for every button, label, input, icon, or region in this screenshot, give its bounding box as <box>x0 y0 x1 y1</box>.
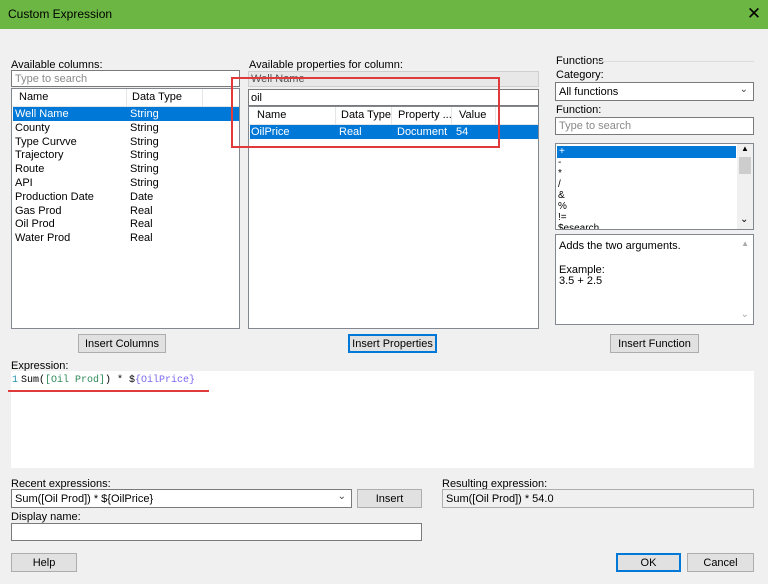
column-row[interactable]: Water Prod Real <box>13 231 239 245</box>
column-type: Real <box>130 218 153 231</box>
columns-header-name[interactable]: Name <box>19 91 48 103</box>
function-list-scrollbar[interactable]: ▲ ⌄ <box>737 144 753 229</box>
column-type: String <box>130 121 159 134</box>
column-name: Water Prod <box>15 232 71 245</box>
insert-properties-button[interactable]: Insert Properties <box>348 334 437 353</box>
expression-property: {OilPrice} <box>135 375 196 386</box>
category-value: All functions <box>559 86 619 98</box>
expression-editor[interactable]: 1 Sum([Oil Prod]) * ${OilPrice} <box>11 371 754 468</box>
insert-columns-button[interactable]: Insert Columns <box>78 334 166 353</box>
expression-operator: ) * $ <box>105 375 136 386</box>
desc-scroll-down-icon: ⌄ <box>740 309 749 320</box>
column-type: String <box>130 177 159 189</box>
function-description-box: Adds the two arguments. Example: 3.5 + 2… <box>555 234 754 325</box>
function-list[interactable]: + - * / &% != $esearch ▲ ⌄ <box>555 143 754 230</box>
ok-button[interactable]: OK <box>616 553 681 572</box>
column-name: Oil Prod <box>15 218 55 231</box>
column-name: Route <box>15 163 45 176</box>
column-name: Well Name <box>15 108 69 120</box>
column-type: String <box>130 149 159 162</box>
title-bar <box>0 0 768 29</box>
function-description: Adds the two arguments. <box>559 240 681 252</box>
columns-search-input[interactable]: Type to search <box>11 70 240 87</box>
column-type: String <box>130 108 159 120</box>
resulting-expression-field: Sum([Oil Prod]) * 54.0 <box>442 489 754 508</box>
scroll-down-icon[interactable]: ⌄ <box>740 214 748 225</box>
expression-column: [Oil Prod] <box>45 375 106 386</box>
columns-header-type[interactable]: Data Type <box>132 91 182 103</box>
column-type: Date <box>130 190 154 203</box>
scroll-up-icon[interactable]: ▲ <box>741 144 749 153</box>
recent-expressions-dropdown[interactable]: Sum([Oil Prod]) * ${OilPrice} ⌄ <box>11 489 352 508</box>
functions-group-line <box>596 61 754 62</box>
function-search-placeholder: Type to search <box>559 120 632 132</box>
column-name: Trajectory <box>15 149 64 162</box>
resulting-expression-value: Sum([Oil Prod]) * 54.0 <box>446 493 554 505</box>
column-row[interactable]: Trajectory String <box>13 148 239 162</box>
display-name-input[interactable] <box>11 523 422 541</box>
insert-recent-button[interactable]: Insert <box>357 489 422 508</box>
column-row[interactable]: Gas Prod Real <box>13 204 239 218</box>
column-type: String <box>130 163 159 176</box>
column-type: Real <box>130 204 153 217</box>
column-type: Real <box>130 232 153 245</box>
column-name: Production Date <box>15 190 94 203</box>
function-label: Function: <box>556 104 602 116</box>
recent-expression-value: Sum([Oil Prod]) * ${OilPrice} <box>15 493 154 505</box>
category-dropdown[interactable]: All functions ⌄ <box>555 82 754 101</box>
column-row[interactable]: Type Curvve String <box>13 135 239 149</box>
expression-line-number: 1 <box>12 375 19 386</box>
column-row[interactable]: Production Date Date <box>13 190 239 204</box>
column-row[interactable]: Route String <box>13 162 239 176</box>
display-name-label: Display name: <box>11 511 81 523</box>
function-item[interactable]: + <box>557 146 736 158</box>
expression-underline <box>8 390 209 392</box>
scroll-thumb[interactable] <box>739 157 751 174</box>
columns-header: Name Data Type <box>12 89 239 107</box>
window-title: Custom Expression <box>8 7 113 21</box>
function-search-input[interactable]: Type to search <box>555 117 754 135</box>
columns-search-placeholder: Type to search <box>15 73 88 85</box>
column-type: String <box>130 135 159 148</box>
desc-scroll-up-icon: ▲ <box>741 239 749 248</box>
column-row[interactable]: Oil Prod Real <box>13 217 239 231</box>
recent-chevron-down-icon: ⌄ <box>337 491 346 502</box>
column-name: County <box>15 121 50 134</box>
column-name: Gas Prod <box>15 204 62 217</box>
chevron-down-icon: ⌄ <box>739 84 748 95</box>
function-item[interactable]: $esearch <box>558 223 599 229</box>
close-icon[interactable]: ✕ <box>744 3 764 25</box>
available-properties-label: Available properties for column: <box>249 59 403 71</box>
column-name: API <box>15 177 33 189</box>
highlight-box <box>231 77 500 148</box>
cancel-button[interactable]: Cancel <box>687 553 754 572</box>
column-row[interactable]: API String <box>13 176 239 190</box>
columns-list[interactable]: Name Data Type Well Name String County Stri… <box>11 88 240 329</box>
expression-code: Sum([Oil Prod]) * ${OilPrice} <box>21 375 195 386</box>
function-example-value: 3.5 + 2.5 <box>559 275 603 287</box>
expression-fn: Sum( <box>21 375 46 386</box>
column-row[interactable]: County String <box>13 121 239 135</box>
insert-function-button[interactable]: Insert Function <box>610 334 699 353</box>
column-name: Type Curvve <box>15 135 77 148</box>
category-label: Category: <box>556 69 604 81</box>
help-button[interactable]: Help <box>11 553 77 572</box>
column-row[interactable]: Well Name String <box>13 107 239 121</box>
